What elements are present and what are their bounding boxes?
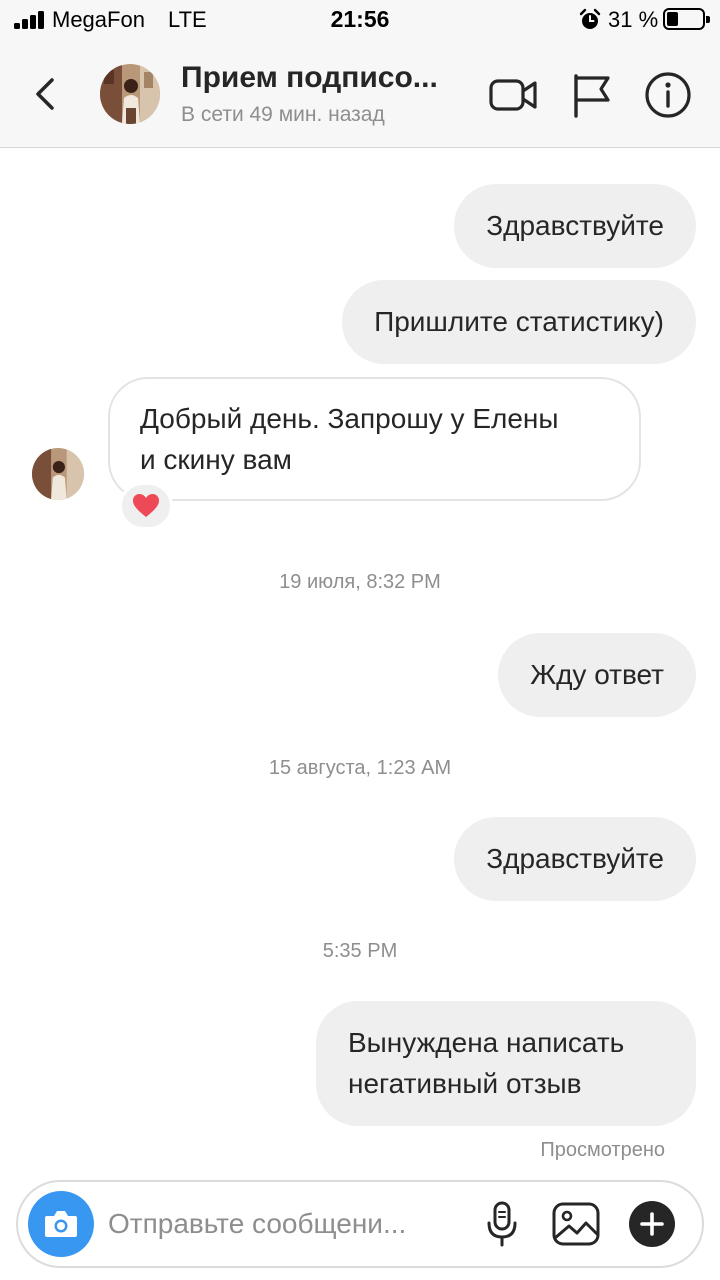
- message-timestamp: 19 июля, 8:32 PM: [279, 571, 441, 593]
- alarm-icon: [579, 8, 601, 29]
- message-text-line: негативный отзыв: [348, 1068, 582, 1099]
- gallery-icon[interactable]: [550, 1198, 602, 1250]
- message-text: Здравствуйте: [486, 843, 664, 874]
- message-text: Жду ответ: [530, 659, 664, 690]
- message-timestamp: 5:35 PM: [322, 940, 398, 962]
- status-bar: MegaFon LTE 21:56 31 %: [0, 0, 720, 40]
- info-icon[interactable]: [643, 70, 693, 120]
- incoming-message[interactable]: Добрый день. Запрошу у Елены и скину вам: [108, 377, 641, 501]
- flag-icon[interactable]: [568, 70, 618, 120]
- outgoing-message[interactable]: Жду ответ: [498, 633, 696, 717]
- sender-avatar[interactable]: [32, 448, 84, 500]
- message-text-line: Вынуждена написать: [348, 1027, 625, 1058]
- outgoing-message[interactable]: Здравствуйте: [454, 184, 696, 268]
- camera-icon: [45, 1211, 77, 1237]
- back-chevron-icon[interactable]: [26, 70, 66, 118]
- chat-header: Прием подписо... В сети 49 мин. назад: [0, 40, 720, 148]
- heart-icon: [133, 494, 159, 517]
- video-camera-icon[interactable]: [488, 70, 538, 120]
- chat-title[interactable]: Прием подписо...: [181, 61, 471, 95]
- outgoing-message[interactable]: Здравствуйте: [454, 817, 696, 901]
- outgoing-message[interactable]: Пришлите статистику): [342, 280, 696, 364]
- last-seen-status: В сети 49 мин. назад: [181, 103, 385, 126]
- plus-icon[interactable]: [628, 1200, 676, 1248]
- message-text: Пришлите статистику): [374, 306, 664, 337]
- microphone-icon[interactable]: [484, 1200, 520, 1248]
- message-text: Здравствуйте: [486, 210, 664, 241]
- message-text-line: и скину вам: [140, 444, 292, 475]
- battery-percentage: 31 %: [608, 7, 659, 32]
- battery-level: [667, 12, 678, 26]
- message-timestamp: 15 августа, 1:23 AM: [268, 757, 452, 779]
- avatar[interactable]: [100, 64, 160, 124]
- message-composer: [16, 1180, 704, 1268]
- message-input[interactable]: [108, 1200, 458, 1248]
- message-text-line: Добрый день. Запрошу у Елены: [140, 403, 559, 434]
- message-reaction[interactable]: [119, 482, 173, 530]
- seen-status: Просмотрено: [540, 1139, 665, 1161]
- camera-button[interactable]: [28, 1191, 94, 1257]
- battery-icon: [663, 8, 710, 30]
- outgoing-message[interactable]: Вынуждена написать негативный отзыв: [316, 1001, 696, 1126]
